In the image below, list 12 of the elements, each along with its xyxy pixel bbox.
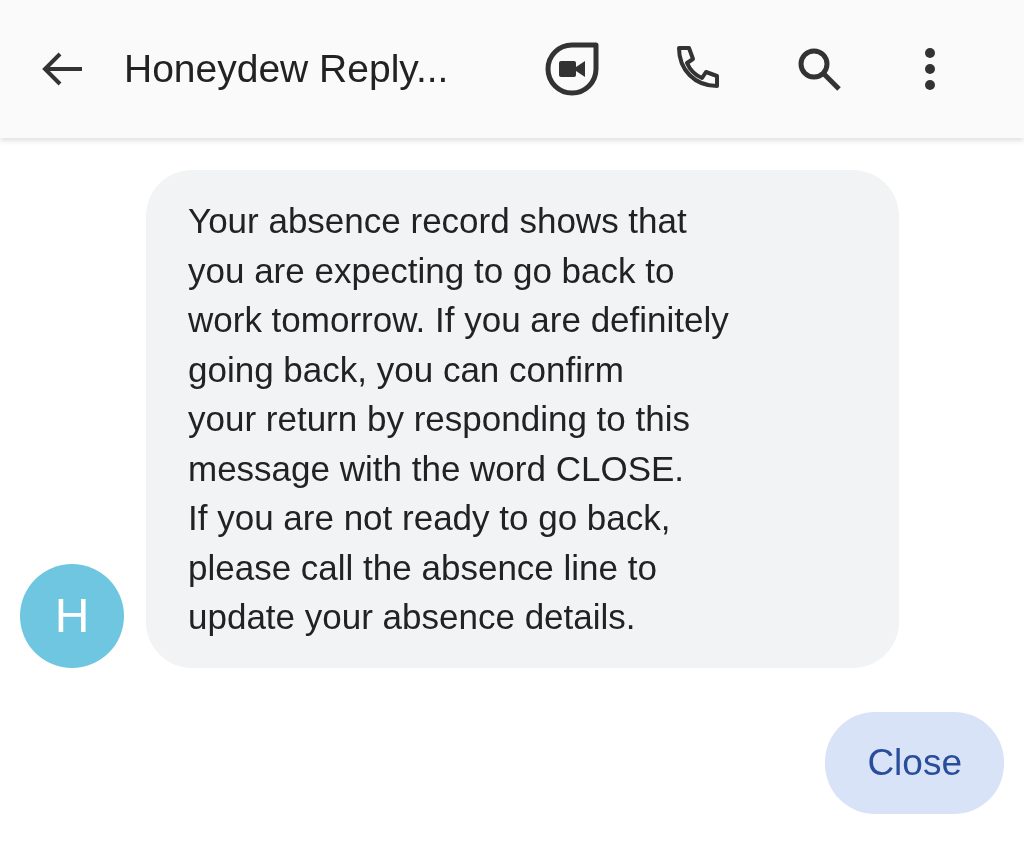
received-message: Your absence record shows that you are expecting to go back to work tomorrow. If you are definitely going back, you can confirm your return by responding to this message with the word CLOSE. If you are not ready to go back, please call the absence line to update your absence details. [146,170,899,668]
more-options-button[interactable] [924,47,936,91]
back-button[interactable] [40,51,84,87]
video-camera-icon [544,41,600,97]
back-arrow-icon [40,51,84,87]
more-vertical-icon [924,47,936,91]
video-call-button[interactable] [544,41,600,97]
sent-message: Close [825,711,1004,814]
search-icon [796,46,842,92]
conversation-title: Honeydew Reply... [124,47,450,91]
search-button[interactable] [796,46,842,92]
contact-avatar: H [20,563,124,668]
